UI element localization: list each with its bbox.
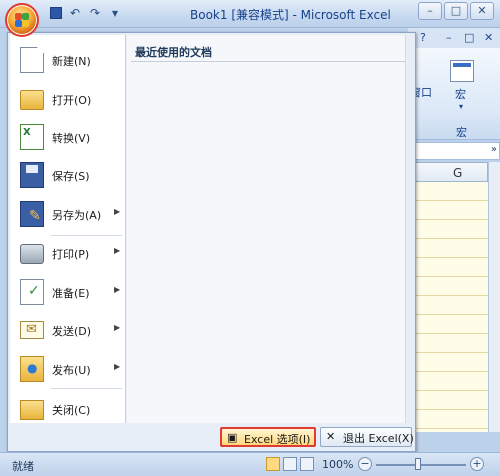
ribbon-tab-strip: ? – □ ✕ [408,28,500,48]
office-button[interactable] [5,3,39,37]
menu-item-label: 转换(V) [52,132,91,145]
send-icon [20,321,44,339]
menu-item-close[interactable]: 关闭(C) [10,390,126,428]
menu-item-print[interactable]: 打印(P) ▶ [10,234,126,272]
submenu-arrow-icon: ▶ [114,246,121,255]
exit-excel-label: 退出 Excel(X) [343,432,414,445]
zoom-level[interactable]: 100% [322,458,353,471]
window-controls: – □ ✕ [418,2,494,20]
maximize-button[interactable]: □ [444,2,468,20]
menu-item-label: 打印(P) [52,248,90,261]
vertical-scrollbar[interactable] [488,162,500,432]
formula-bar[interactable]: » [408,142,500,160]
excel-options-button[interactable]: ▣ Excel 选项(I) [220,427,316,447]
menu-item-prepare[interactable]: 准备(E) ▶ [10,273,126,311]
menu-item-label: 发送(D) [52,325,92,338]
menu-item-label: 发布(U) [52,364,91,377]
excel-options-label: Excel 选项(I) [244,433,311,446]
menu-item-convert[interactable]: 转换(V) [10,118,126,156]
zoom-out-button[interactable]: − [358,457,372,471]
office-menu-commands: 新建(N) 打开(O) 转换(V) 保存(S) 另存为(A) ▶ 打印(P) ▶… [10,35,126,423]
menu-item-label: 关闭(C) [52,404,91,417]
print-icon [20,244,44,264]
office-menu: 新建(N) 打开(O) 转换(V) 保存(S) 另存为(A) ▶ 打印(P) ▶… [7,32,416,452]
title-bar: ↶ ↷ ▾ Book1 [兼容模式] - Microsoft Excel – □… [0,0,500,28]
page-layout-view-button[interactable] [283,457,297,471]
menu-item-new[interactable]: 新建(N) [10,41,126,79]
menu-item-publish[interactable]: 发布(U) ▶ [10,350,126,388]
recent-documents-divider [131,61,407,62]
open-folder-icon [20,90,44,110]
save-icon [20,162,44,188]
quick-access-toolbar: ↶ ↷ ▾ [50,6,122,20]
menu-item-label: 打开(O) [52,94,92,107]
save-icon[interactable] [50,7,62,19]
recent-documents-scrollbar[interactable] [405,35,411,423]
zoom-in-button[interactable]: + [470,457,484,471]
normal-view-button[interactable] [266,457,280,471]
save-as-icon [20,201,44,227]
office-menu-footer: ▣ Excel 选项(I) ✕ 退出 Excel(X) [10,425,414,449]
zoom-slider-thumb[interactable] [415,458,421,470]
column-header-g[interactable]: G [408,162,488,182]
menu-item-label: 准备(E) [52,287,90,300]
new-document-icon [20,47,44,73]
zoom-slider-track[interactable] [376,464,466,466]
undo-icon[interactable]: ↶ [68,6,82,20]
menu-divider [50,388,122,389]
menu-item-open[interactable]: 打开(O) [10,80,126,118]
convert-icon [20,124,44,150]
macro-button-label[interactable]: 宏 [455,86,466,102]
menu-item-label: 新建(N) [52,55,91,68]
macro-dropdown-icon[interactable]: ▾ [459,102,463,111]
help-icon[interactable]: ? [420,31,426,44]
window-title: Book1 [兼容模式] - Microsoft Excel [190,8,391,22]
exit-excel-button[interactable]: ✕ 退出 Excel(X) [320,427,414,447]
ribbon-close-button[interactable]: ✕ [484,31,493,44]
status-bar: 就绪 100% − + [0,452,500,476]
close-button[interactable]: ✕ [470,2,494,20]
minimize-button[interactable]: – [418,2,442,20]
office-logo-icon [15,13,29,27]
submenu-arrow-icon: ▶ [114,323,121,332]
macro-group-label: 宏 [456,126,467,139]
menu-item-save[interactable]: 保存(S) [10,156,126,194]
submenu-arrow-icon: ▶ [114,362,121,371]
macro-icon[interactable] [450,60,474,82]
status-ready-text: 就绪 [12,460,34,473]
submenu-arrow-icon: ▶ [114,207,121,216]
publish-icon [20,356,44,382]
close-folder-icon [20,400,44,420]
exit-icon: ✕ [326,430,336,443]
ribbon: 窗口 宏 ▾ 宏 [408,48,500,140]
view-buttons [266,457,314,471]
redo-icon[interactable]: ↷ [88,6,102,20]
column-header-label: G [453,166,463,180]
prepare-icon [20,279,44,305]
expand-formula-bar-icon[interactable]: » [491,144,497,155]
submenu-arrow-icon: ▶ [114,285,121,294]
menu-item-save-as[interactable]: 另存为(A) ▶ [10,195,126,233]
customize-qat-icon[interactable]: ▾ [108,6,122,20]
menu-item-label: 保存(S) [52,170,90,183]
menu-item-send[interactable]: 发送(D) ▶ [10,311,126,349]
menu-item-label: 另存为(A) [52,209,102,222]
options-icon: ▣ [227,431,238,444]
ribbon-minimize-button[interactable]: – [446,31,452,44]
recent-documents-panel: 最近使用的文档 [127,35,411,423]
ribbon-restore-button[interactable]: □ [464,31,474,44]
recent-documents-title: 最近使用的文档 [135,46,212,59]
worksheet-grid[interactable] [408,182,488,432]
page-break-view-button[interactable] [300,457,314,471]
